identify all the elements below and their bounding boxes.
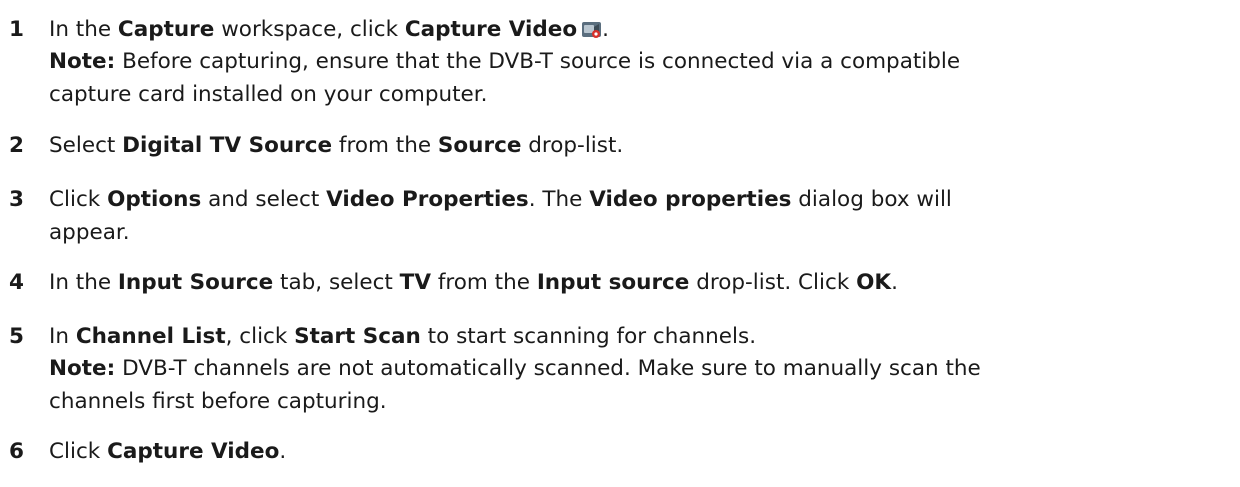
capture-video-label: Capture Video [404, 17, 578, 42]
step-5-text: In Channel List, click Start Scan to sta… [49, 324, 757, 349]
step-1-note-continued: capture card installed on your computer. [49, 82, 488, 107]
step-3-text-continued: appear. [49, 220, 130, 245]
step-number: 2 [9, 133, 24, 158]
note-label: Note: [49, 49, 116, 74]
step-1-text: In the Capture workspace, click Capture … [49, 17, 610, 42]
step-number: 3 [9, 187, 24, 212]
capture-video-camera-icon [581, 19, 602, 39]
step-4-text: In the Input Source tab, select TV from … [49, 270, 898, 295]
step-number: 4 [9, 270, 24, 295]
step-5-note: Note: DVB-T channels are not automatical… [49, 356, 981, 381]
workspace-name: Capture [117, 17, 215, 42]
step-number: 1 [9, 17, 24, 42]
instruction-steps: 1 In the Capture workspace, click Captur… [0, 0, 1240, 487]
step-number: 6 [9, 439, 24, 464]
step-number: 5 [9, 324, 24, 349]
step-5-note-continued: channels first before capturing. [49, 389, 387, 414]
step-6-text: Click Capture Video. [49, 439, 287, 464]
step-3-text: Click Options and select Video Propertie… [49, 187, 952, 212]
note-label: Note: [49, 356, 116, 381]
step-2-text: Select Digital TV Source from the Source… [49, 133, 624, 158]
step-1-note: Note: Before capturing, ensure that the … [49, 49, 961, 74]
